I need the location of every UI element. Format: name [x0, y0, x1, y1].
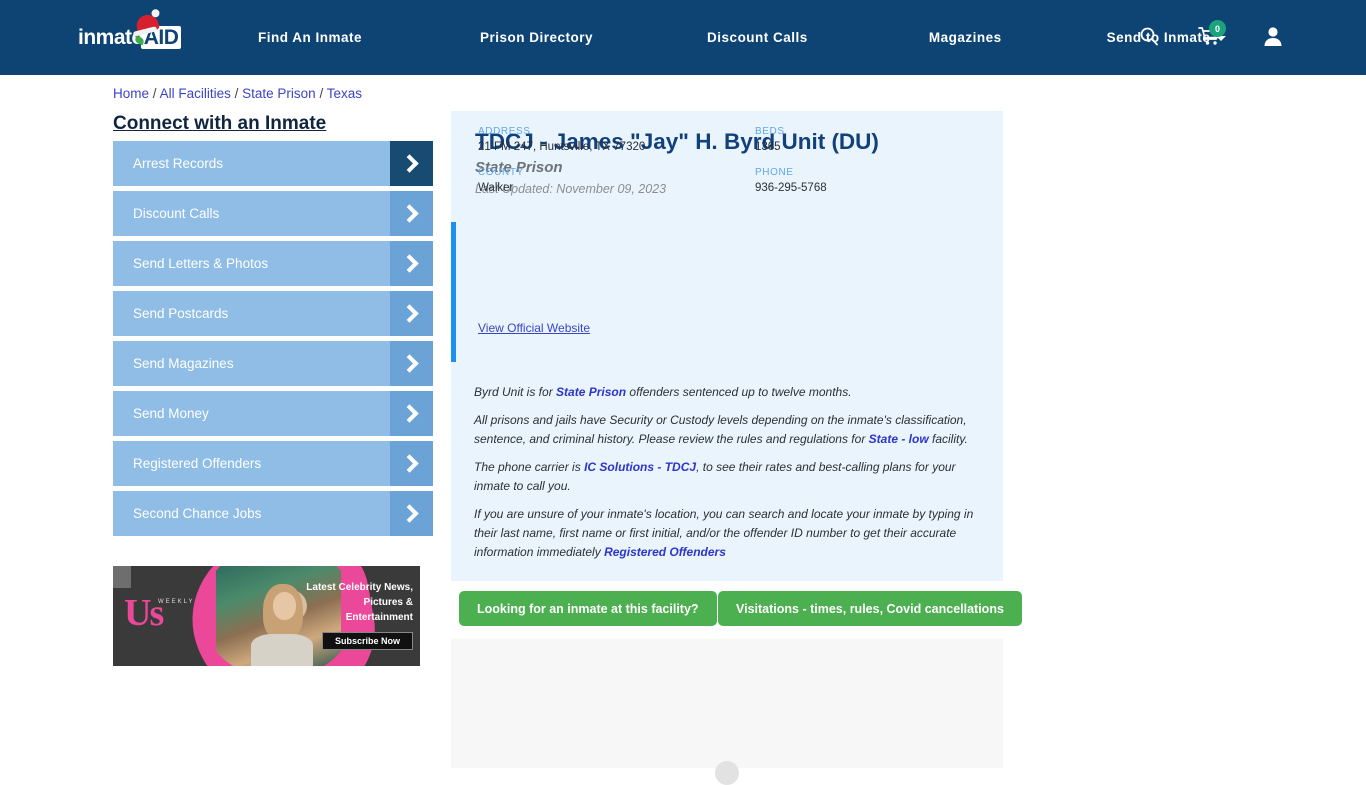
- chevron-right-icon: [390, 341, 433, 386]
- chevron-right-icon: [390, 141, 433, 186]
- description-paragraph-1: Byrd Unit is for State Prison offenders …: [474, 383, 994, 402]
- sidebar-item-arrest-records[interactable]: Arrest Records: [113, 141, 433, 186]
- sidebar-item-label: Arrest Records: [133, 156, 224, 171]
- sidebar-heading[interactable]: Connect with an Inmate: [113, 113, 326, 135]
- chevron-right-icon: [390, 291, 433, 336]
- nav-item-magazines[interactable]: Magazines: [929, 30, 1002, 45]
- chevron-right-icon: [390, 191, 433, 236]
- sidebar-item-label: Second Chance Jobs: [133, 506, 262, 521]
- desc-p1-text-b: offenders sentenced up to twelve months.: [626, 385, 852, 399]
- sidebar-item-label: Send Postcards: [133, 306, 229, 321]
- ad-subscribe-button[interactable]: Subscribe Now: [321, 632, 413, 650]
- desc-p2-text-b: facility.: [928, 432, 968, 446]
- breadcrumb-texas[interactable]: Texas: [327, 86, 362, 101]
- desc-p3-link-ic-solutions[interactable]: IC Solutions - TDCJ: [584, 460, 696, 474]
- nav-item-discount-calls[interactable]: Discount Calls: [707, 30, 808, 45]
- desc-p1-text-a: Byrd Unit is for: [474, 385, 557, 399]
- facility-phone-value: 936-295-5768: [755, 182, 827, 194]
- sidebar-item-send-money[interactable]: Send Money: [113, 391, 433, 436]
- chevron-right-icon: [390, 491, 433, 536]
- ad-brand-logo: Us: [124, 592, 164, 634]
- logo-text: inmateAID: [78, 22, 186, 54]
- sidebar-menu: Arrest Records Discount Calls Send Lette…: [113, 141, 433, 541]
- desc-p4-link-registered-offenders[interactable]: Registered Offenders: [604, 545, 726, 559]
- bottom-content-panel: [451, 638, 1003, 785]
- sidebar-item-label: Send Money: [133, 406, 209, 421]
- facility-address-label: ADDRESS: [478, 126, 531, 137]
- sidebar-item-label: Discount Calls: [133, 206, 220, 221]
- search-icon[interactable]: [1139, 26, 1159, 46]
- chevron-right-icon: [390, 441, 433, 486]
- sidebar-item-second-chance-jobs[interactable]: Second Chance Jobs: [113, 491, 433, 536]
- facility-county-value: Walker: [478, 182, 514, 194]
- breadcrumb-separator-3: /: [319, 86, 324, 101]
- description-paragraph-4: If you are unsure of your inmate's locat…: [474, 505, 994, 562]
- visitations-button[interactable]: Visitations - times, rules, Covid cancel…: [718, 591, 1022, 626]
- breadcrumb: Home / All Facilities / State Prison / T…: [113, 86, 362, 101]
- facility-beds-field: BEDS 1365: [755, 126, 785, 153]
- breadcrumb-all-facilities[interactable]: All Facilities: [160, 86, 231, 101]
- view-official-website-link[interactable]: View Official Website: [478, 321, 590, 335]
- logo-text-inmate: inmate: [78, 26, 143, 49]
- site-logo[interactable]: inmateAID: [78, 12, 186, 54]
- description-paragraph-2: All prisons and jails have Security or C…: [474, 411, 994, 449]
- desc-p1-link-state-prison[interactable]: State Prison: [556, 385, 626, 399]
- sidebar-item-registered-offenders[interactable]: Registered Offenders: [113, 441, 433, 486]
- user-account-icon[interactable]: [1263, 25, 1283, 47]
- cart-count-badge: 0: [1209, 20, 1226, 37]
- accent-bar: [451, 222, 456, 362]
- facility-phone-field: PHONE 936-295-5768: [755, 167, 827, 194]
- chevron-right-icon: [390, 241, 433, 286]
- facility-details-block: [451, 222, 1003, 362]
- sidebar-item-label: Send Letters & Photos: [133, 256, 269, 271]
- sidebar-item-discount-calls[interactable]: Discount Calls: [113, 191, 433, 236]
- description-paragraph-3: The phone carrier is IC Solutions - TDCJ…: [474, 458, 994, 496]
- facility-beds-label: BEDS: [755, 126, 785, 137]
- sidebar-item-label: Send Magazines: [133, 356, 234, 371]
- facility-address-value: 21 FM 247, Huntsville, TX 77320: [478, 141, 646, 153]
- top-navigation-bar: inmateAID Find An Inmate Prison Director…: [0, 0, 1366, 75]
- looking-for-inmate-button[interactable]: Looking for an inmate at this facility?: [459, 591, 717, 626]
- facility-address-field: ADDRESS 21 FM 247, Huntsville, TX 77320: [478, 126, 645, 153]
- desc-p3-text-a: The phone carrier is: [474, 460, 585, 474]
- facility-beds-value: 1365: [755, 141, 781, 153]
- breadcrumb-state-prison[interactable]: State Prison: [242, 86, 316, 101]
- ad-headline: Latest Celebrity News, Pictures & Entert…: [306, 582, 413, 623]
- nav-item-find-an-inmate[interactable]: Find An Inmate: [258, 30, 362, 45]
- loading-spinner-icon: [715, 761, 739, 785]
- chevron-right-icon: [390, 391, 433, 436]
- desc-p2-link-state-low[interactable]: State - low: [869, 432, 929, 446]
- advertisement-banner[interactable]: Us WEEKLY Latest Celebrity News, Picture…: [113, 566, 420, 666]
- nav-item-prison-directory[interactable]: Prison Directory: [480, 30, 593, 45]
- sidebar-item-send-letters-photos[interactable]: Send Letters & Photos: [113, 241, 433, 286]
- primary-nav: Find An Inmate Prison Directory Discount…: [258, 0, 1227, 75]
- sidebar-item-send-postcards[interactable]: Send Postcards: [113, 291, 433, 336]
- breadcrumb-separator-1: /: [152, 86, 157, 101]
- facility-phone-label: PHONE: [755, 167, 794, 178]
- ad-photo-face: [273, 592, 296, 620]
- sidebar-item-label: Registered Offenders: [133, 456, 262, 471]
- ad-photo-body: [251, 634, 313, 666]
- sidebar-item-send-magazines[interactable]: Send Magazines: [113, 341, 433, 386]
- facility-county-label: COUNTY: [478, 167, 524, 178]
- breadcrumb-separator-2: /: [234, 86, 239, 101]
- ad-corner-block: [113, 566, 131, 588]
- facility-description: Byrd Unit is for State Prison offenders …: [474, 383, 994, 571]
- facility-county-field: COUNTY Walker: [478, 167, 524, 194]
- ad-brand-sublabel: WEEKLY: [158, 599, 195, 605]
- breadcrumb-home[interactable]: Home: [113, 86, 149, 101]
